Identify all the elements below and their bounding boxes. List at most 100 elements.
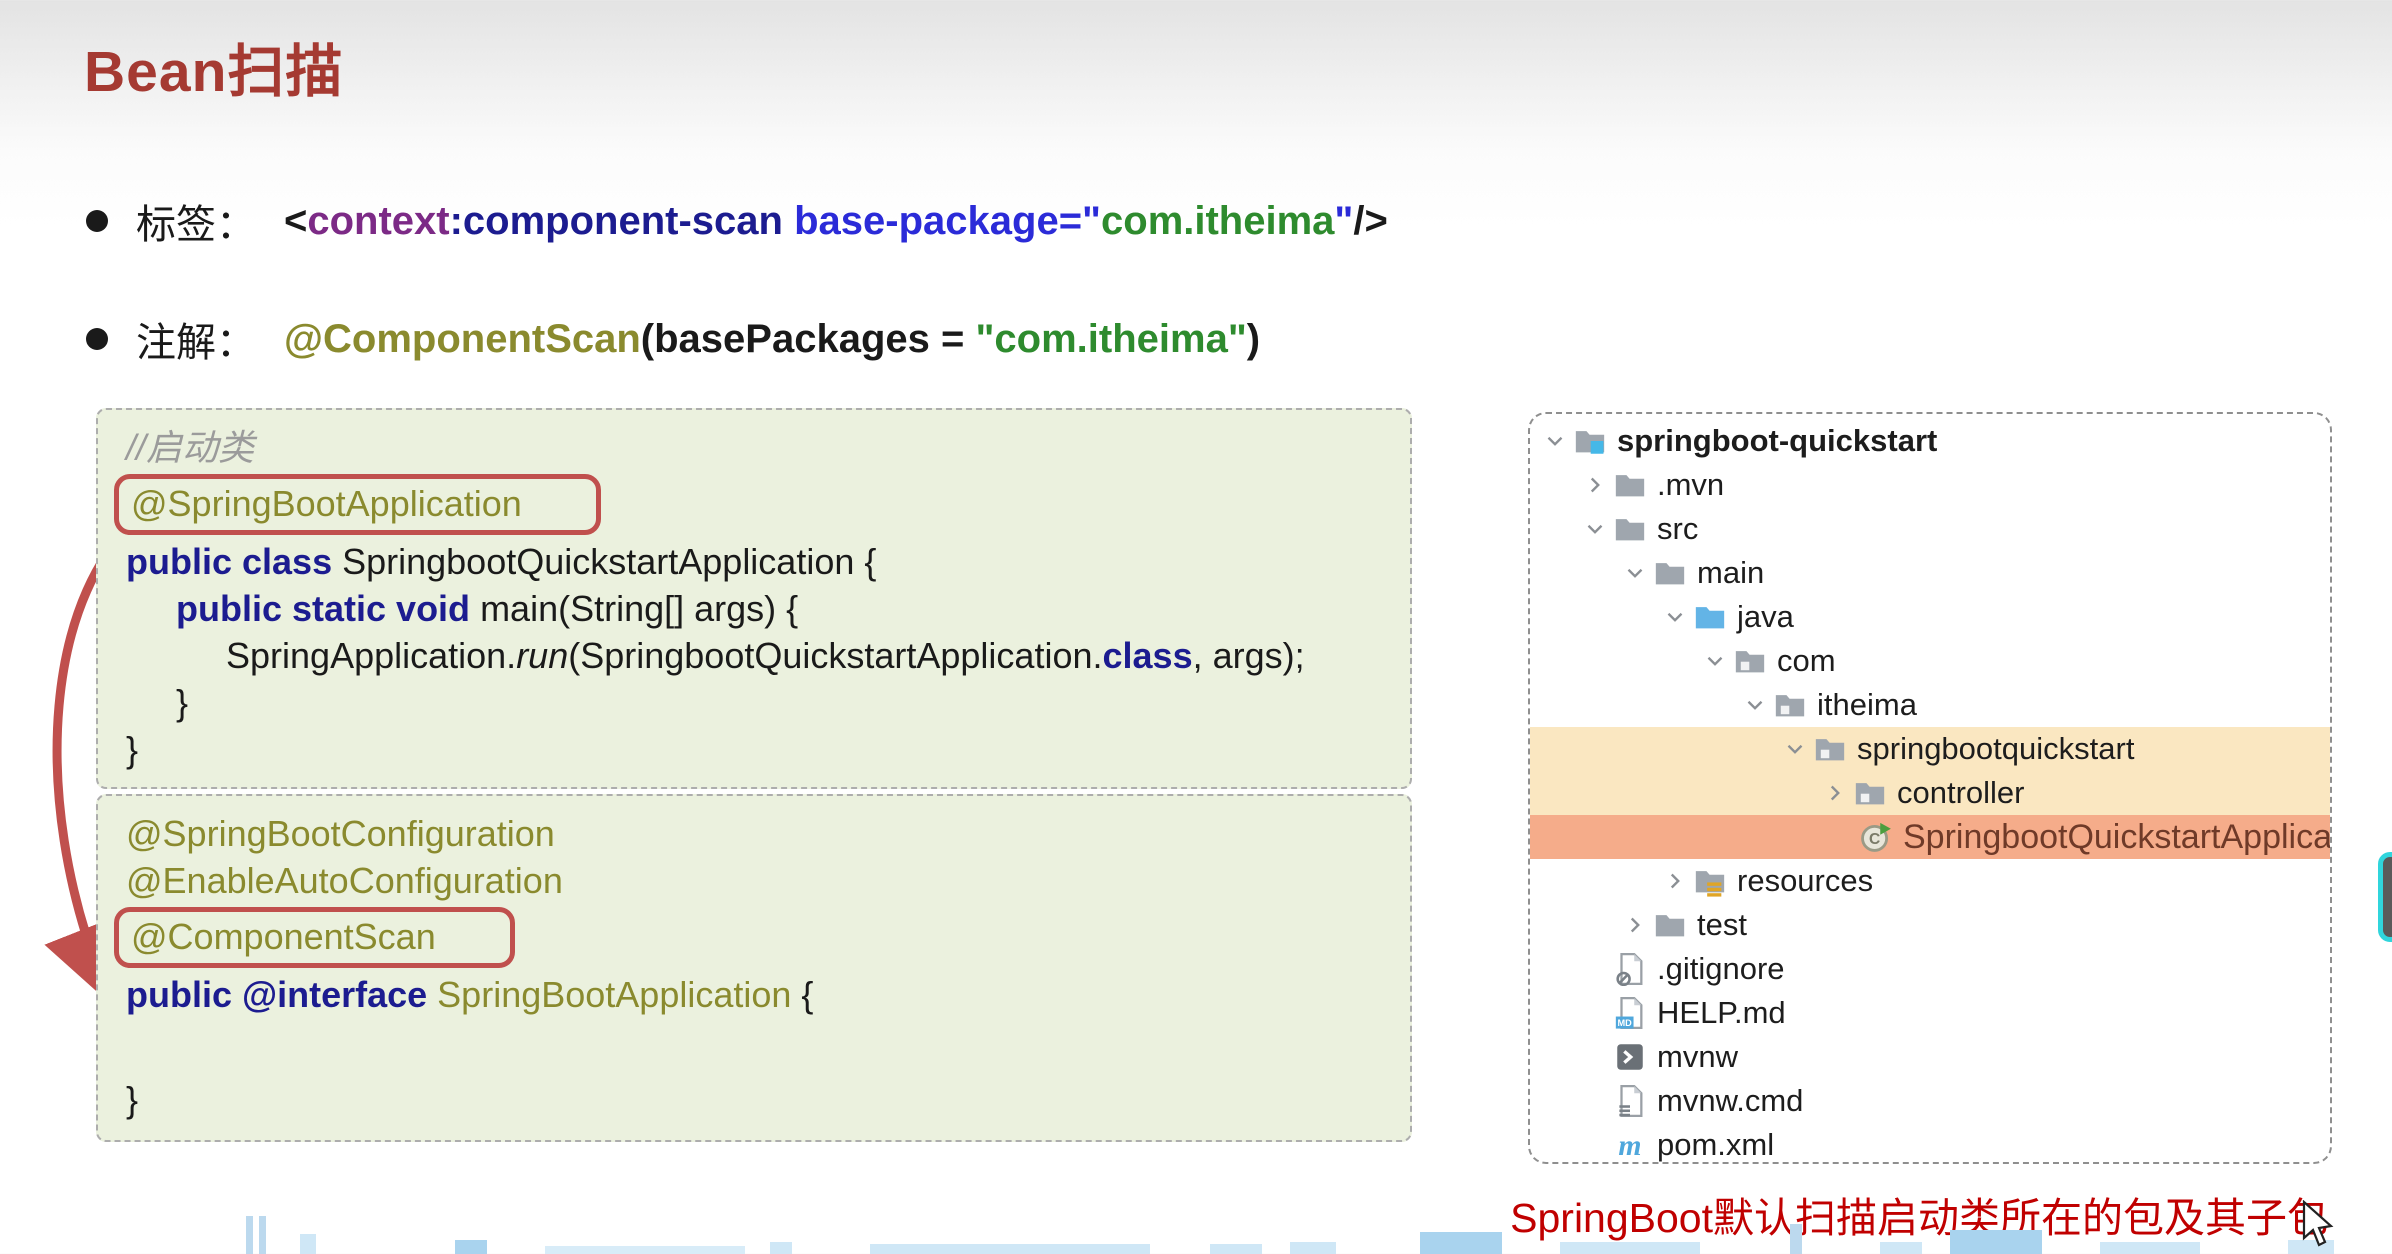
code-line: @SpringBootConfiguration (126, 810, 1382, 857)
tree-expand-toggle (1738, 691, 1772, 719)
annotation-highlight-box: @ComponentScan (114, 907, 515, 968)
svg-text:C: C (1869, 831, 1880, 848)
decoration-shape (770, 1242, 792, 1254)
componentscan-annotation-snippet: @ComponentScan(basePackages = "com.ithei… (284, 317, 1260, 362)
code-token: { (801, 974, 813, 1015)
run-class-icon: C (1859, 820, 1893, 854)
code-token: public class (126, 541, 342, 582)
decoration-shape (246, 1216, 253, 1254)
maven-pom-icon: m (1613, 1128, 1647, 1162)
chevron-down-icon (1662, 604, 1688, 630)
code-line: public class SpringbootQuickstartApplica… (126, 538, 1382, 585)
decoration-shape (1880, 1242, 1922, 1254)
folder-icon (1613, 512, 1647, 546)
code-token: } (126, 1079, 138, 1120)
tree-expand-toggle (1658, 603, 1692, 631)
folder-icon (1653, 908, 1687, 942)
tree-item-java: java (1530, 595, 2330, 639)
tree-item-icon (1852, 775, 1888, 811)
code-token: public static void (176, 588, 480, 629)
decoration-shape (1560, 1242, 1700, 1254)
decoration-shape (1420, 1232, 1502, 1254)
tree-item-label: main (1697, 555, 1764, 591)
overlay-widget-edge (2378, 852, 2392, 942)
code-line: SpringApplication.run(SpringbootQuicksta… (126, 632, 1382, 679)
bullet-tag-line: 标签： <context:component-scan base-package… (86, 192, 1388, 250)
decoration-shape (455, 1240, 487, 1254)
tree-item-icon (1652, 907, 1688, 943)
chevron-right-icon (1822, 780, 1848, 806)
tree-item-controller: controller (1530, 771, 2330, 815)
project-tree-panel: springboot-quickstart.mvnsrcmainjavacomi… (1528, 412, 2332, 1164)
tree-item-icon (1772, 687, 1808, 723)
code-token: SpringbootQuickstartApplication { (342, 541, 876, 582)
tree-item-icon (1732, 643, 1768, 679)
tree-item-icon (1572, 423, 1608, 459)
mouse-cursor (2300, 1200, 2344, 1252)
code-token: @SpringBootConfiguration (126, 813, 555, 854)
tree-chevron-spacer (1578, 1131, 1612, 1159)
tree-item-label: mvnw (1657, 1039, 1738, 1075)
tree-item-springboot-quickstart: springboot-quickstart (1530, 419, 2330, 463)
console-file-icon (1613, 1040, 1647, 1074)
tree-item-label: HELP.md (1657, 995, 1786, 1031)
tree-expand-toggle (1618, 559, 1652, 587)
tree-expand-toggle (1618, 911, 1652, 939)
code-token: @ComponentScan (284, 317, 641, 361)
code-token: @EnableAutoConfiguration (126, 860, 563, 901)
tree-item-label: springbootquickstart (1857, 731, 2134, 767)
decoration-shape (1290, 1242, 1336, 1254)
code-token: public @interface (126, 974, 437, 1015)
tree-chevron-spacer (1578, 1087, 1612, 1115)
code-token: } (126, 729, 138, 770)
tree-item-label: itheima (1817, 687, 1917, 723)
tree-item-main: main (1530, 551, 2330, 595)
java-sources-folder-icon (1693, 600, 1727, 634)
bullet-annotation-line: 注解： @ComponentScan(basePackages = "com.i… (86, 310, 1260, 368)
code-token: context (307, 199, 449, 243)
code-token: } (176, 682, 188, 723)
code-token: , args); (1193, 635, 1305, 676)
tree-item-springbootquickstart: springbootquickstart (1530, 727, 2330, 771)
tree-item-label: mvnw.cmd (1657, 1083, 1803, 1119)
tree-expand-toggle (1778, 735, 1812, 763)
tree-item-label: java (1737, 599, 1794, 635)
tree-item-label: test (1697, 907, 1747, 943)
tree-item-label: resources (1737, 863, 1873, 899)
resources-folder-icon (1693, 864, 1727, 898)
page-title: Bean扫描 (84, 26, 343, 108)
code-line: } (126, 1076, 1382, 1123)
tree-item-icon (1612, 467, 1648, 503)
code-line: } (126, 679, 1382, 726)
code-block-bootstrap-class: //启动类@SpringBootApplicationpublic class … (96, 408, 1412, 789)
tree-item-label: springboot-quickstart (1617, 423, 1937, 459)
tree-expand-toggle (1698, 647, 1732, 675)
bullet-tag-label: 标签： (136, 192, 256, 250)
code-line: //启动类 (126, 424, 1382, 471)
folder-icon (1653, 556, 1687, 590)
code-token: run (516, 635, 568, 676)
bottom-decoration (0, 1194, 2392, 1254)
decoration-shape (545, 1246, 745, 1254)
tree-item-icon: MD (1612, 995, 1648, 1031)
code-line: @ComponentScan (126, 904, 1382, 971)
tree-item-test: test (1530, 903, 2330, 947)
gitignore-file-icon (1613, 952, 1647, 986)
code-line: public static void main(String[] args) { (126, 585, 1382, 632)
markdown-file-icon: MD (1613, 996, 1647, 1030)
tree-item-label: SpringbootQuickstartApplication (1903, 818, 2332, 857)
code-token: (SpringbootQuickstartApplication. (568, 635, 1102, 676)
package-folder-icon (1773, 688, 1807, 722)
tree-item-icon (1692, 599, 1728, 635)
tree-item-itheima: itheima (1530, 683, 2330, 727)
tree-item-icon (1812, 731, 1848, 767)
chevron-down-icon (1782, 736, 1808, 762)
tree-item-label: controller (1897, 775, 2025, 811)
decoration-shape (1790, 1224, 1802, 1254)
tree-expand-toggle (1818, 779, 1852, 807)
svg-text:MD: MD (1617, 1018, 1632, 1028)
decoration-shape (259, 1216, 266, 1254)
tree-item-icon: C (1858, 819, 1894, 855)
tree-item-resources: resources (1530, 859, 2330, 903)
tree-expand-toggle (1538, 427, 1572, 455)
